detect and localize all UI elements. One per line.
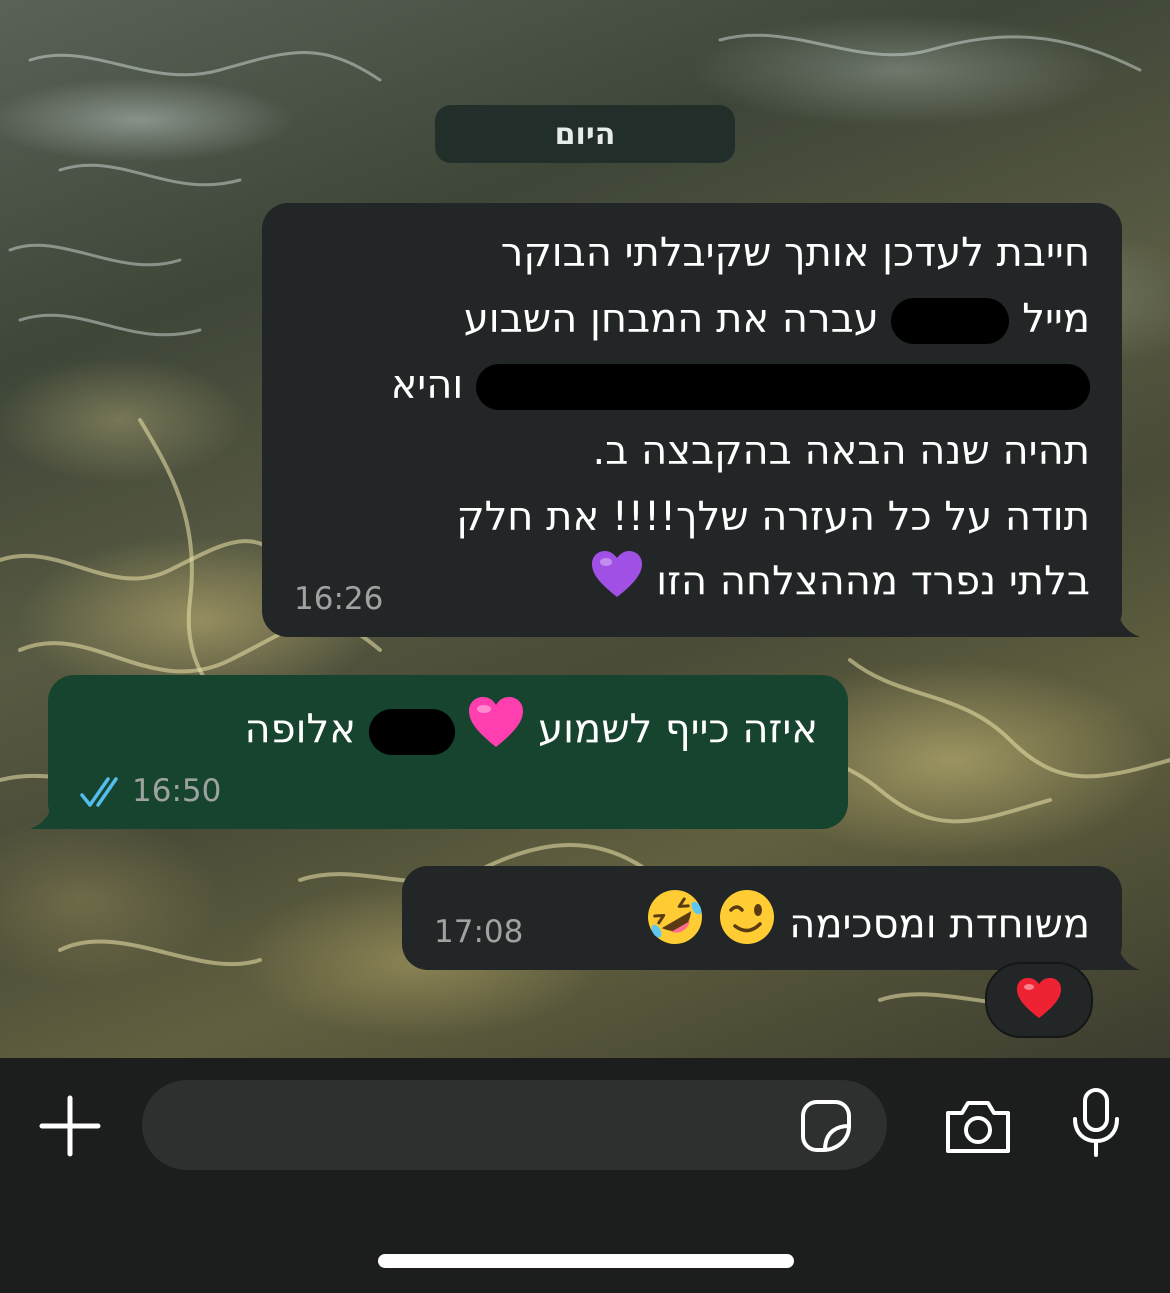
camera-icon[interactable] xyxy=(942,1096,1014,1156)
plus-icon[interactable] xyxy=(36,1092,104,1160)
message-text: והיא xyxy=(390,362,464,408)
red-heart-icon xyxy=(1015,976,1063,1024)
microphone-icon[interactable] xyxy=(1066,1086,1126,1160)
bubble-tail xyxy=(1100,607,1140,637)
outgoing-message-bubble[interactable]: איזה כייף לשמוע אלופה 16:50 xyxy=(30,675,848,829)
message-line: בלתי נפרד מההצלחה הזו xyxy=(590,549,1090,618)
message-timestamp: 17:08 xyxy=(434,914,524,950)
home-indicator[interactable] xyxy=(378,1254,794,1268)
reaction-badge[interactable] xyxy=(985,962,1093,1038)
bubble-tail xyxy=(30,799,70,829)
message-timestamp: 16:50 xyxy=(132,773,222,809)
bubble-tail xyxy=(1100,940,1140,970)
pink-heart-icon xyxy=(467,695,525,768)
purple-heart-icon xyxy=(590,549,644,618)
redacted-text xyxy=(476,364,1090,410)
date-separator: היום xyxy=(435,105,735,163)
read-receipt-icon xyxy=(80,775,126,813)
message-line: חייבת לעדכן אותך שקיבלתי הבוקר xyxy=(500,230,1090,276)
message-line: מייל עברה את המבחן השבוע xyxy=(464,287,1090,351)
incoming-message-bubble[interactable]: חייבת לעדכן אותך שקיבלתי הבוקר מייל עברה… xyxy=(262,203,1140,637)
message-text: עברה את המבחן השבוע xyxy=(463,296,879,342)
message-input[interactable] xyxy=(142,1080,887,1170)
message-timestamp: 16:26 xyxy=(294,581,384,617)
message-line: משוחדת ומסכימה xyxy=(644,886,1090,967)
message-composer xyxy=(0,1058,1170,1293)
redacted-text xyxy=(891,298,1010,344)
message-line: והיא xyxy=(391,353,1090,417)
redacted-text xyxy=(368,708,455,755)
winking-face-icon xyxy=(718,888,776,965)
message-text: מייל xyxy=(1022,296,1090,342)
incoming-message-bubble[interactable]: משוחדת ומסכימה 17:08 xyxy=(402,866,1140,970)
rolling-laughing-icon xyxy=(644,886,706,967)
message-line: תהיה שנה הבאה בהקבצה ב. xyxy=(592,428,1090,474)
message-text: אלופה xyxy=(244,706,356,753)
message-line: איזה כייף לשמוע אלופה xyxy=(244,695,818,768)
sticker-icon[interactable] xyxy=(796,1098,856,1154)
message-text: איזה כייף לשמוע xyxy=(538,706,818,753)
message-text: משוחדת ומסכימה xyxy=(789,901,1090,948)
message-text: בלתי נפרד מההצלחה הזו xyxy=(656,558,1090,605)
message-line: תודה על כל העזרה שלך!!!! את חלק xyxy=(456,494,1090,540)
